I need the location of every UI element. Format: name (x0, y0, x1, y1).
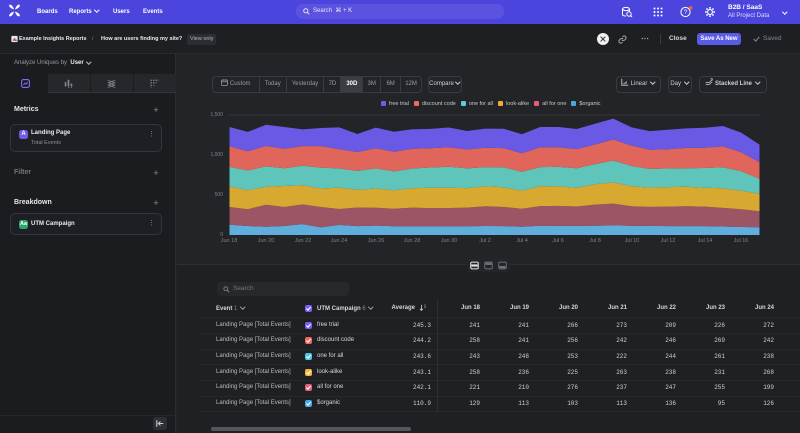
svg-text:1: 1 (424, 304, 427, 309)
svg-text:?: ? (684, 9, 688, 16)
